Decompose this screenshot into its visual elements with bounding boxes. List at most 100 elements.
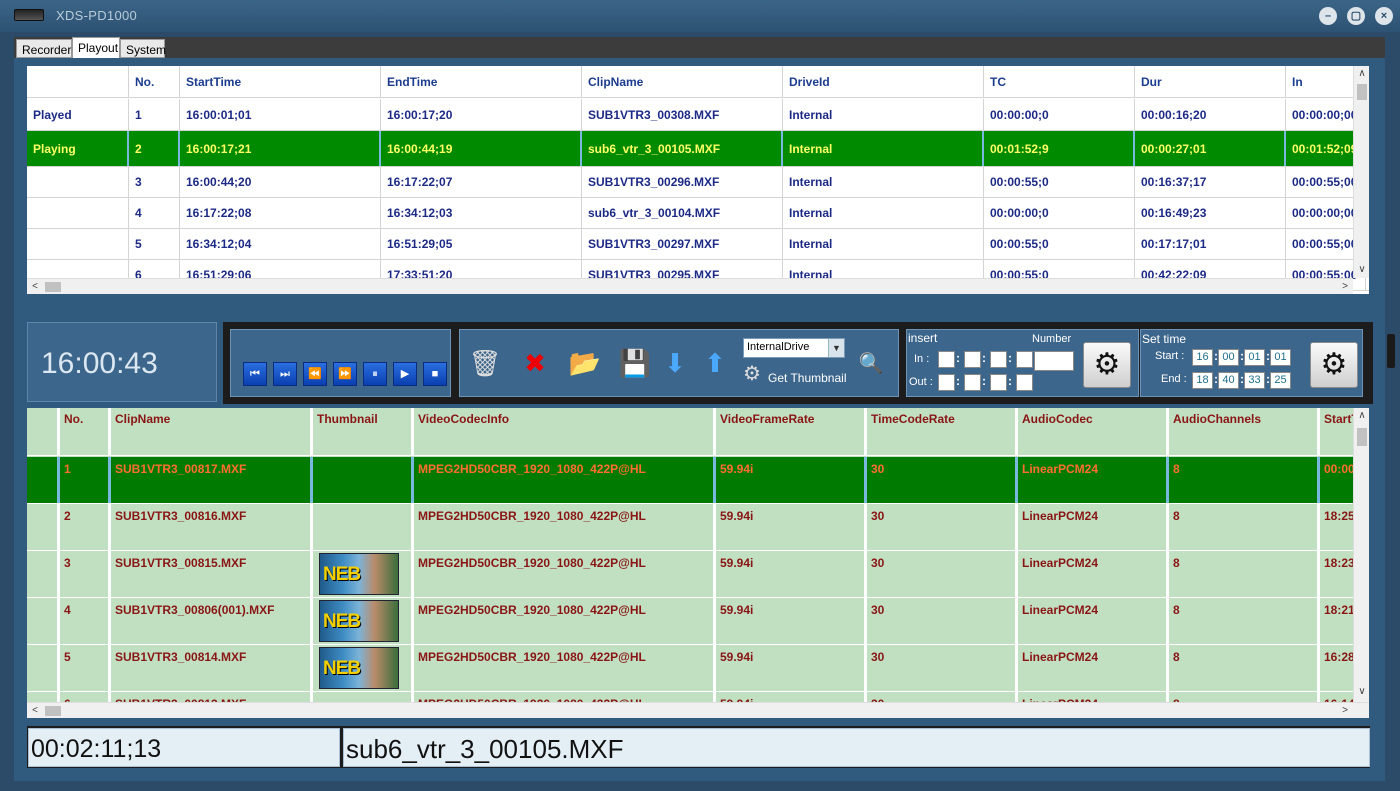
end-time-field-3[interactable]: 33: [1244, 372, 1265, 389]
status-bar: 00:02:11;13 sub6_vtr_3_00105.MXF: [27, 726, 1370, 768]
scroll-right-icon[interactable]: >: [1337, 279, 1353, 294]
step-forward-icon[interactable]: ⏭: [273, 362, 297, 386]
insert-out-field-2[interactable]: [964, 374, 981, 391]
column-header-duration[interactable]: Dur: [1135, 66, 1286, 98]
scroll-down-icon[interactable]: ∨: [1354, 262, 1369, 278]
scroll-left-icon[interactable]: <: [27, 703, 43, 718]
set-time-gear-icon[interactable]: ⚙: [1310, 342, 1358, 388]
insert-in-field-2[interactable]: [964, 351, 981, 368]
move-up-icon[interactable]: ⬆: [698, 346, 732, 380]
number-input[interactable]: [1034, 351, 1074, 371]
start-time-field-1[interactable]: 16: [1192, 349, 1213, 366]
insert-out-field-1[interactable]: [938, 374, 955, 391]
clip-list-horizontal-scrollbar[interactable]: < >: [27, 702, 1369, 718]
end-time-field-1[interactable]: 18: [1192, 372, 1213, 389]
move-down-icon[interactable]: ⬇: [658, 346, 692, 380]
scroll-thumb[interactable]: [45, 706, 61, 716]
cell-audio-channels: 8: [1169, 457, 1320, 503]
search-icon[interactable]: 🔍: [857, 350, 885, 378]
insert-out-separator: :: [1008, 374, 1012, 388]
end-time-field-4[interactable]: 25: [1270, 372, 1291, 389]
insert-out-field-4[interactable]: [1016, 374, 1033, 391]
cell-tc: 00:00:55;0: [984, 229, 1135, 259]
column-header-start-time[interactable]: StartTime: [180, 66, 381, 98]
column-header-end-time[interactable]: EndTime: [381, 66, 582, 98]
play-icon[interactable]: ▶: [393, 362, 417, 386]
table-row[interactable]: 3 16:00:44;20 16:17:22;07 SUB1VTR3_00296.MX…: [27, 167, 1369, 198]
playlist-vertical-scrollbar[interactable]: ∧ ∨: [1353, 66, 1369, 278]
clip-list-grid[interactable]: No. ClipName Thumbnail VideoCodecInfo VideoF…: [27, 408, 1369, 718]
end-time-field-2[interactable]: 40: [1218, 372, 1239, 389]
insert-title: insert: [908, 331, 938, 345]
table-row[interactable]: Played 1 16:00:01;01 16:00:17;20 SUB1VTR3_00…: [27, 99, 1369, 131]
insert-in-separator: :: [982, 351, 986, 365]
scroll-thumb[interactable]: [1357, 428, 1367, 446]
start-time-field-2[interactable]: 00: [1218, 349, 1239, 366]
tab-playout[interactable]: Playout: [72, 37, 120, 58]
insert-apply-gear-icon[interactable]: ⚙: [1083, 342, 1131, 388]
minimize-button[interactable]: –: [1319, 7, 1337, 25]
column-header-timecode-rate[interactable]: TimeCodeRate: [867, 408, 1018, 456]
column-header-clip-name[interactable]: ClipName: [582, 66, 783, 98]
table-row[interactable]: 4 16:17:22;08 16:34:12;03 sub6_vtr_3_00104.…: [27, 198, 1369, 229]
table-row[interactable]: 1 SUB1VTR3_00817.MXF MPEG2HD50CBR_1920_108…: [27, 457, 1369, 504]
tab-system[interactable]: System: [120, 39, 166, 58]
scroll-up-icon[interactable]: ∧: [1354, 408, 1369, 424]
drive-select[interactable]: InternalDrive ▼: [743, 338, 845, 358]
scroll-right-icon[interactable]: >: [1337, 703, 1353, 718]
insert-in-field-3[interactable]: [990, 351, 1007, 368]
chevron-down-icon[interactable]: ▼: [828, 339, 844, 357]
current-time: 16:00:43: [41, 347, 158, 380]
playlist-horizontal-scrollbar[interactable]: < >: [27, 278, 1353, 294]
scroll-thumb[interactable]: [45, 282, 61, 292]
stop-icon[interactable]: ■: [423, 362, 447, 386]
insert-in-field-1[interactable]: [938, 351, 955, 368]
application-window: XDS-PD1000 – ▢ × Recorder Playout System…: [0, 0, 1400, 791]
column-header-video-codec[interactable]: VideoCodecInfo: [414, 408, 716, 456]
close-button[interactable]: ×: [1375, 7, 1393, 25]
start-time-field-4[interactable]: 01: [1270, 349, 1291, 366]
get-thumbnail-button[interactable]: Get Thumbnail: [768, 371, 847, 385]
column-header-status[interactable]: [27, 66, 129, 98]
table-row[interactable]: 4 SUB1VTR3_00806(001).MXF NEB MPEG2HD50CBR_…: [27, 598, 1369, 645]
scroll-up-icon[interactable]: ∧: [1354, 66, 1369, 82]
maximize-button[interactable]: ▢: [1347, 7, 1365, 25]
column-header-thumbnail[interactable]: Thumbnail: [313, 408, 414, 456]
delete-icon[interactable]: ✖: [518, 346, 552, 380]
insert-in-field-4[interactable]: [1016, 351, 1033, 368]
column-header-audio-codec[interactable]: AudioCodec: [1018, 408, 1169, 456]
skip-to-start-icon[interactable]: ⏮: [243, 362, 267, 386]
column-header-number[interactable]: No.: [60, 408, 111, 456]
column-header-selector[interactable]: [27, 408, 60, 456]
scroll-thumb[interactable]: [1357, 84, 1367, 100]
column-header-tc[interactable]: TC: [984, 66, 1135, 98]
column-header-number[interactable]: No.: [129, 66, 180, 98]
gear-icon[interactable]: ⚙: [740, 362, 764, 386]
start-time-field-3[interactable]: 01: [1244, 349, 1265, 366]
save-icon[interactable]: 💾: [618, 346, 652, 380]
side-handle[interactable]: [1387, 334, 1395, 368]
column-header-audio-channels[interactable]: AudioChannels: [1169, 408, 1320, 456]
scroll-down-icon[interactable]: ∨: [1354, 684, 1369, 700]
column-header-drive-id[interactable]: DriveId: [783, 66, 984, 98]
tab-recorder[interactable]: Recorder: [16, 39, 72, 58]
cell-audio-codec: LinearPCM24: [1018, 551, 1169, 597]
fast-forward-icon[interactable]: ⏩: [333, 362, 357, 386]
cell-audio-codec: LinearPCM24: [1018, 457, 1169, 503]
clip-thumbnail-image: NEB: [319, 600, 399, 642]
pause-icon[interactable]: ⏸: [363, 362, 387, 386]
table-row[interactable]: 3 SUB1VTR3_00815.MXF NEB MPEG2HD50CBR_1920_…: [27, 551, 1369, 598]
table-row[interactable]: 5 16:34:12;04 16:51:29;05 SUB1VTR3_00297.MX…: [27, 229, 1369, 260]
scroll-left-icon[interactable]: <: [27, 279, 43, 294]
table-row[interactable]: 5 SUB1VTR3_00814.MXF NEB MPEG2HD50CBR_1920_…: [27, 645, 1369, 692]
table-row[interactable]: 2 SUB1VTR3_00816.MXF MPEG2HD50CBR_1920_108…: [27, 504, 1369, 551]
table-row[interactable]: Playing 2 16:00:17;21 16:00:44;19 sub6_vtr_3…: [27, 131, 1369, 167]
insert-out-field-3[interactable]: [990, 374, 1007, 391]
playlist-grid[interactable]: No. StartTime EndTime ClipName DriveId TC Dur I…: [27, 66, 1369, 294]
column-header-video-frame-rate[interactable]: VideoFrameRate: [716, 408, 867, 456]
rewind-icon[interactable]: ⏪: [303, 362, 327, 386]
open-folder-icon[interactable]: 📂: [568, 346, 602, 380]
trash-icon[interactable]: 🗑: [468, 346, 502, 380]
column-header-clip-name[interactable]: ClipName: [111, 408, 313, 456]
clip-list-vertical-scrollbar[interactable]: ∧ ∨: [1353, 408, 1369, 702]
